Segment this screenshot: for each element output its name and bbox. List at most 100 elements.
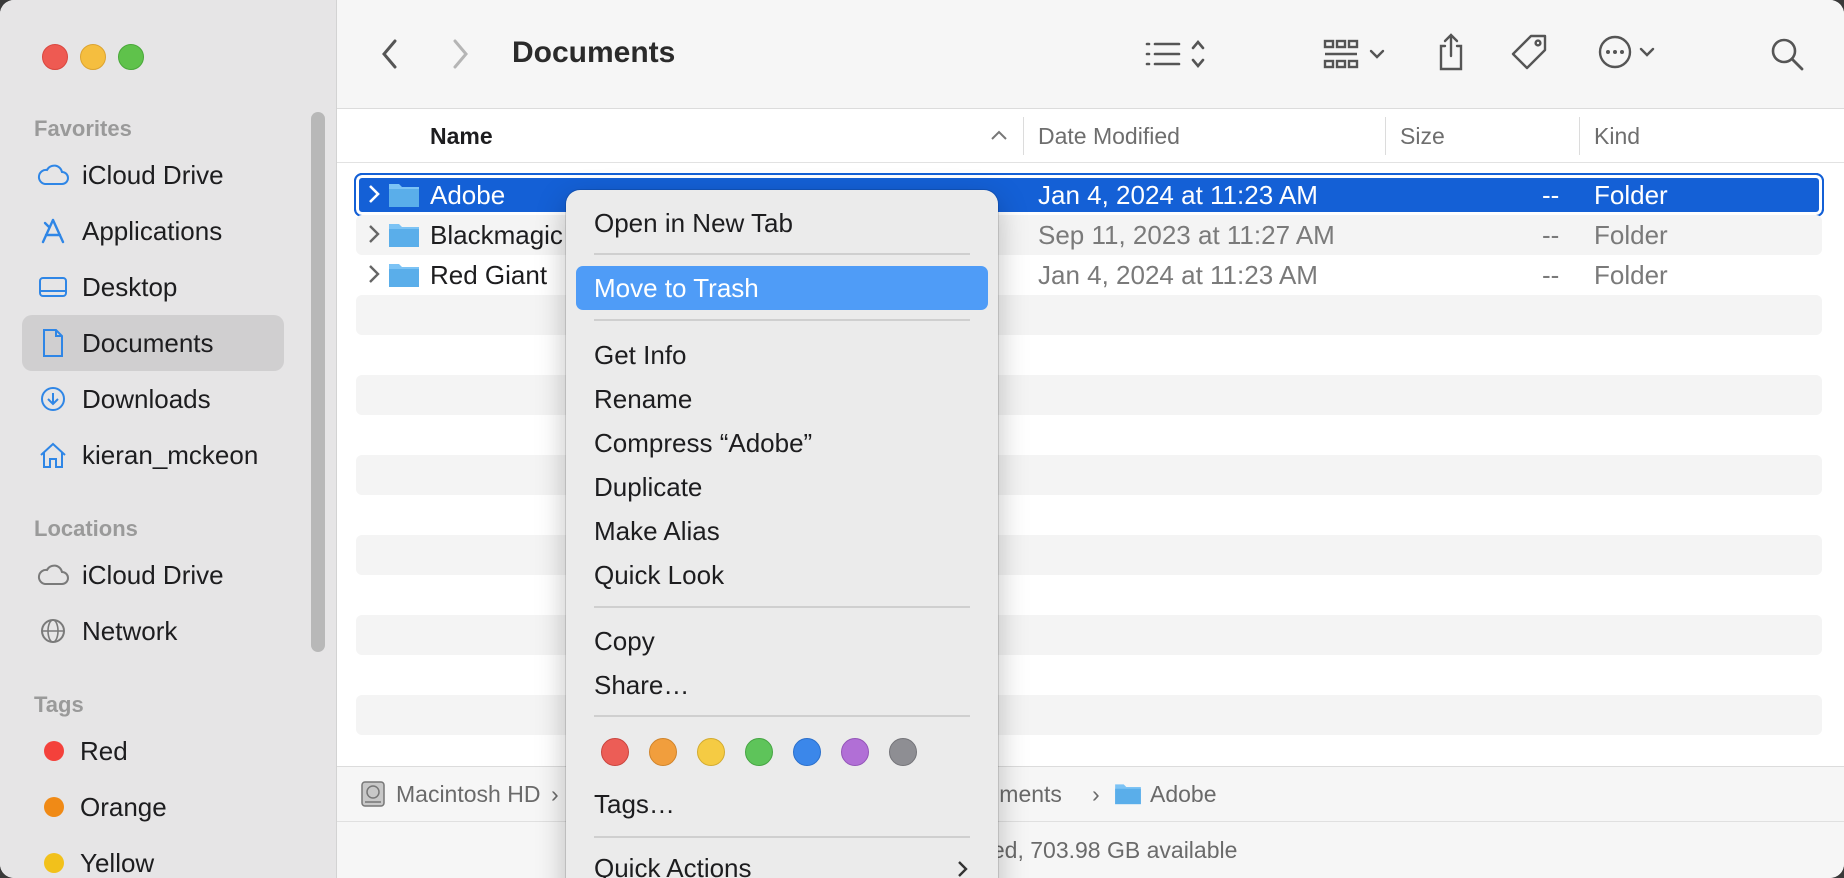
folder-icon — [388, 260, 420, 295]
sidebar-scrollbar[interactable] — [311, 112, 325, 652]
desktop-icon — [36, 270, 70, 304]
menu-item-rename[interactable]: Rename — [576, 377, 988, 421]
sidebar-item-label: Red — [80, 735, 128, 766]
path-separator: › — [1092, 781, 1100, 807]
back-button[interactable] — [375, 36, 405, 72]
locations-section-title: Locations — [34, 516, 138, 541]
file-size: -- — [1542, 260, 1560, 290]
sidebar-item-downloads[interactable]: Downloads — [22, 371, 284, 427]
tag-swatch-yellow[interactable] — [697, 738, 725, 766]
list-view-button[interactable] — [1143, 36, 1213, 72]
menu-item-copy[interactable]: Copy — [576, 619, 988, 663]
file-kind: Folder — [1594, 180, 1668, 210]
window-title: Documents — [512, 36, 676, 69]
file-name: Blackmagic — [430, 220, 563, 250]
sidebar-item-tag-orange[interactable]: Orange — [22, 779, 284, 835]
cloud-icon — [36, 558, 70, 592]
red-tag-dot — [44, 741, 64, 761]
menu-item-make-alias[interactable]: Make Alias — [576, 509, 988, 553]
menu-item-label: Move to Trash — [594, 272, 759, 303]
sidebar-item-applications[interactable]: Applications — [22, 203, 284, 259]
menu-item-quick-look[interactable]: Quick Look — [576, 553, 988, 597]
sidebar-item-desktop[interactable]: Desktop — [22, 259, 284, 315]
finder-window: Favorites iCloud Drive Applications Desk… — [0, 0, 1844, 878]
column-divider[interactable] — [1023, 117, 1024, 155]
tag-swatch-red[interactable] — [601, 738, 629, 766]
menu-separator — [594, 253, 970, 255]
path-item-adobe[interactable]: Adobe — [1150, 781, 1217, 808]
file-name: Red Giant — [430, 260, 548, 290]
menu-item-label: Quick Look — [594, 559, 725, 590]
yellow-tag-dot — [44, 853, 64, 873]
status-bar: cted, 703.98 GB available — [337, 821, 1844, 878]
tag-swatch-blue[interactable] — [793, 738, 821, 766]
sidebar-item-label: Downloads — [82, 383, 211, 414]
column-size-header[interactable]: Size — [1400, 123, 1445, 150]
column-divider[interactable] — [1579, 117, 1580, 155]
menu-separator — [594, 319, 970, 321]
hard-disk-icon — [359, 779, 387, 809]
sidebar-item-icloud-drive[interactable]: iCloud Drive — [22, 147, 284, 203]
close-window-button[interactable] — [42, 44, 68, 70]
file-kind: Folder — [1594, 260, 1668, 290]
sidebar-item-home[interactable]: kieran_mckeon — [22, 427, 284, 483]
sort-ascending-icon — [988, 127, 1010, 143]
sidebar-item-tag-yellow[interactable]: Yellow — [22, 835, 284, 878]
favorites-section-title: Favorites — [34, 116, 132, 141]
menu-item-label: Rename — [594, 383, 693, 414]
sidebar-item-documents[interactable]: Documents — [22, 315, 284, 371]
menu-item-duplicate[interactable]: Duplicate — [576, 465, 988, 509]
file-date: Sep 11, 2023 at 11:27 AM — [1038, 220, 1335, 250]
disclosure-chevron-icon[interactable] — [366, 221, 382, 254]
sidebar-item-icloud-drive-location[interactable]: iCloud Drive — [22, 547, 284, 603]
menu-separator — [594, 715, 970, 717]
menu-item-label: Duplicate — [594, 471, 703, 502]
menu-item-open-in-new-tab[interactable]: Open in New Tab — [576, 201, 988, 245]
column-divider[interactable] — [1385, 117, 1386, 155]
window-controls — [42, 44, 144, 70]
folder-icon — [388, 180, 420, 215]
more-actions-button[interactable] — [1595, 32, 1675, 72]
column-date-header[interactable]: Date Modified — [1038, 123, 1180, 150]
menu-item-get-info[interactable]: Get Info — [576, 333, 988, 377]
column-kind-header[interactable]: Kind — [1594, 123, 1640, 150]
menu-item-move-to-trash[interactable]: Move to Trash — [576, 266, 988, 310]
menu-item-label: Make Alias — [594, 515, 720, 546]
tag-swatch-orange[interactable] — [649, 738, 677, 766]
home-icon — [36, 438, 70, 472]
sidebar-item-label: Documents — [82, 327, 214, 358]
sidebar-item-label: Network — [82, 615, 178, 646]
group-by-button[interactable] — [1321, 36, 1401, 72]
tag-icon[interactable] — [1507, 32, 1551, 72]
menu-item-quick-actions[interactable]: Quick Actions — [576, 846, 988, 878]
cloud-icon — [36, 158, 70, 192]
applications-icon — [36, 214, 70, 248]
toolbar: Documents — [337, 0, 1844, 109]
menu-item-label: Copy — [594, 625, 655, 656]
search-icon[interactable] — [1767, 34, 1807, 74]
disclosure-chevron-icon[interactable] — [366, 181, 382, 214]
file-date: Jan 4, 2024 at 11:23 AM — [1038, 260, 1318, 290]
minimize-window-button[interactable] — [80, 44, 106, 70]
menu-item-share[interactable]: Share… — [576, 663, 988, 707]
path-separator: › — [551, 781, 559, 807]
tag-swatch-gray[interactable] — [889, 738, 917, 766]
tag-swatch-purple[interactable] — [841, 738, 869, 766]
context-menu: Open in New Tab Move to Trash Get Info R… — [566, 190, 998, 878]
path-item-macintosh-hd[interactable]: Macintosh HD — [396, 781, 540, 808]
sidebar-item-label: kieran_mckeon — [82, 439, 259, 470]
sidebar-item-tag-red[interactable]: Red — [22, 723, 284, 779]
tag-swatch-green[interactable] — [745, 738, 773, 766]
sidebar-item-network[interactable]: Network — [22, 603, 284, 659]
zoom-window-button[interactable] — [118, 44, 144, 70]
folder-icon — [388, 220, 420, 255]
download-icon — [36, 382, 70, 416]
forward-button[interactable] — [445, 36, 475, 72]
menu-item-label: Open in New Tab — [594, 207, 793, 238]
column-name-header[interactable]: Name — [430, 123, 493, 150]
sidebar-item-label: iCloud Drive — [82, 159, 224, 190]
menu-item-tags[interactable]: Tags… — [576, 782, 988, 826]
disclosure-chevron-icon[interactable] — [366, 261, 382, 294]
menu-item-compress[interactable]: Compress “Adobe” — [576, 421, 988, 465]
share-icon[interactable] — [1433, 30, 1469, 74]
